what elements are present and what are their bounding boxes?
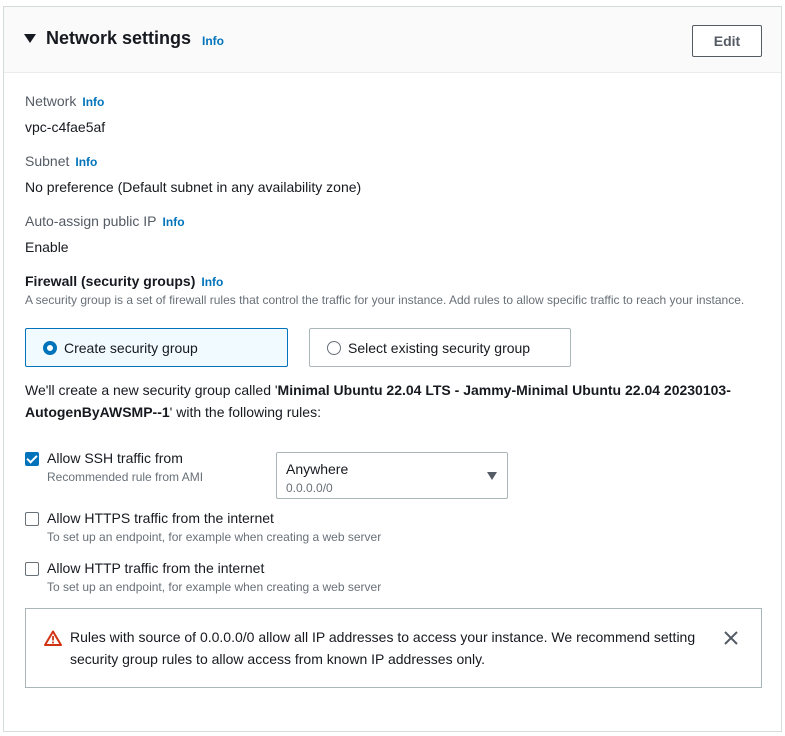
radio-selected-icon[interactable] xyxy=(43,341,57,355)
network-label-text: Network xyxy=(25,93,77,109)
ssh-source-cidr: 0.0.0.0/0 xyxy=(286,481,333,495)
collapse-caret-icon[interactable] xyxy=(24,34,36,43)
firewall-title-text: Firewall (security groups) xyxy=(25,273,196,289)
notice-prefix: We'll create a new security group called… xyxy=(25,382,278,398)
warning-alert: Rules with source of 0.0.0.0/0 allow all… xyxy=(25,608,762,688)
firewall-description: A security group is a set of firewall ru… xyxy=(25,293,745,307)
subnet-info-link[interactable]: Info xyxy=(75,155,97,169)
auto-ip-label: Auto-assign public IP Info xyxy=(25,213,185,229)
https-rule-label: Allow HTTPS traffic from the internet xyxy=(47,510,274,526)
ssh-source-select[interactable]: Anywhere 0.0.0.0/0 xyxy=(276,452,508,499)
close-icon[interactable] xyxy=(723,630,739,646)
https-rule-sub: To set up an endpoint, for example when … xyxy=(47,530,382,544)
edit-button[interactable]: Edit xyxy=(692,25,762,57)
warning-text: Rules with source of 0.0.0.0/0 allow all… xyxy=(70,629,696,667)
notice-suffix: ' with the following rules: xyxy=(169,404,321,420)
panel-header[interactable]: Network settings Info Edit xyxy=(4,7,781,73)
create-security-group-option[interactable]: Create security group xyxy=(25,328,288,367)
select-existing-security-group-label: Select existing security group xyxy=(348,340,531,356)
ssh-checkbox[interactable] xyxy=(25,452,39,466)
http-rule-sub: To set up an endpoint, for example when … xyxy=(47,580,382,594)
https-checkbox[interactable] xyxy=(25,512,39,526)
network-value: vpc-c4fae5af xyxy=(25,119,106,135)
create-security-group-label: Create security group xyxy=(64,340,198,356)
select-existing-security-group-option[interactable]: Select existing security group xyxy=(309,328,571,367)
network-label: Network Info xyxy=(25,93,104,109)
warning-icon xyxy=(44,630,62,646)
firewall-title: Firewall (security groups) Info xyxy=(25,273,223,289)
panel-title: Network settings xyxy=(46,28,192,48)
dropdown-caret-icon xyxy=(487,472,497,480)
http-rule-label: Allow HTTP traffic from the internet xyxy=(47,560,265,576)
subnet-value: No preference (Default subnet in any ava… xyxy=(25,179,362,195)
auto-ip-label-text: Auto-assign public IP xyxy=(25,213,157,229)
subnet-label: Subnet Info xyxy=(25,153,97,169)
network-info-link[interactable]: Info xyxy=(82,95,104,109)
header-info-link[interactable]: Info xyxy=(202,34,224,48)
subnet-label-text: Subnet xyxy=(25,153,70,169)
auto-ip-value: Enable xyxy=(25,239,69,255)
ssh-rule-sub: Recommended rule from AMI xyxy=(47,470,204,484)
firewall-info-link[interactable]: Info xyxy=(201,275,223,289)
ssh-rule-label: Allow SSH traffic from xyxy=(47,450,183,466)
radio-unselected-icon[interactable] xyxy=(327,341,341,355)
ssh-source-value: Anywhere xyxy=(286,461,349,477)
auto-ip-info-link[interactable]: Info xyxy=(163,215,185,229)
network-settings-panel: Network settings Info Edit Network Info v… xyxy=(3,6,782,732)
http-checkbox[interactable] xyxy=(25,562,39,576)
security-group-notice: We'll create a new security group called… xyxy=(25,379,765,423)
